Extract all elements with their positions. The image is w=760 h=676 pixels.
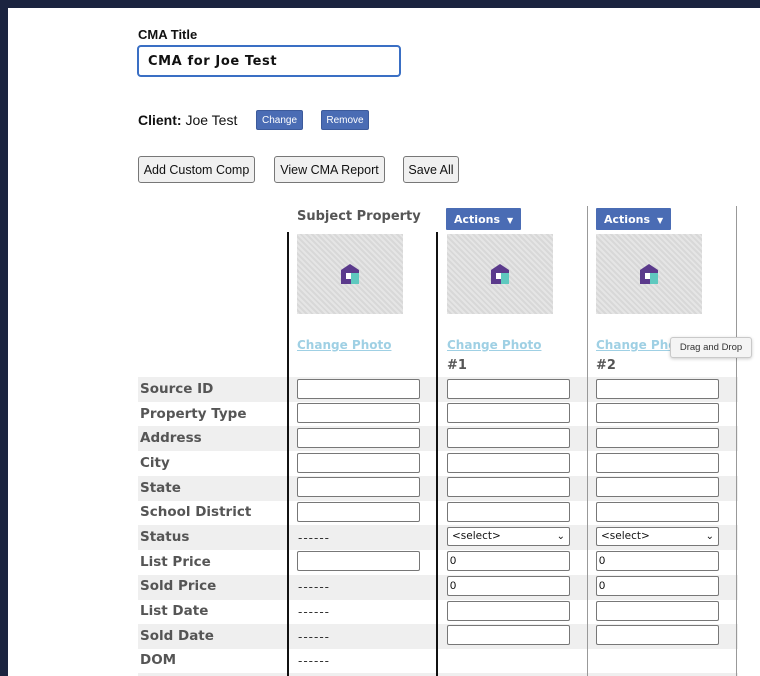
subject-sold-date-placeholder: ------ [298,630,330,644]
comp2-right-divider [736,206,737,676]
subject-state-input[interactable] [297,477,420,497]
row-label-status: Status [140,529,190,545]
actions-label: Actions [604,212,650,226]
comp1-source-id-input[interactable] [447,379,570,399]
subject-source-id-input[interactable] [297,379,420,399]
comp1-actions-dropdown[interactable]: Actions ▼ [446,208,522,230]
subject-city-input[interactable] [297,453,420,473]
actions-label: Actions [454,212,500,226]
change-client-button[interactable]: Change [256,110,303,130]
comp1-sold-price-input[interactable] [447,576,570,596]
row-label-sold-price: Sold Price [140,578,217,594]
client-label: Client: [138,112,182,128]
client-name: Joe Test [185,112,238,128]
row-label-source-id: Source ID [140,381,214,397]
comp2-list-price-input[interactable] [596,551,719,571]
house-logo-icon [491,264,509,284]
comp1-school-district-input[interactable] [447,502,570,522]
comp1-photo [447,234,553,314]
add-custom-comp-button[interactable]: Add Custom Comp [138,156,255,183]
comp2-property-type-input[interactable] [596,403,719,423]
subject-property-heading: Subject Property [297,209,421,224]
comp1-change-photo-link[interactable]: Change Photo [447,338,541,352]
comp1-property-type-input[interactable] [447,403,570,423]
comp1-list-price-input[interactable] [447,551,570,571]
comp1-status-select[interactable]: <select> ⌄ [447,527,570,546]
cma-editor-page: CMA Title Client: Joe Test Change Remove… [8,8,760,676]
chevron-down-icon: ⌄ [705,531,714,542]
select-value: <select> [601,530,650,542]
subject-change-photo-link[interactable]: Change Photo [297,338,391,352]
drag-and-drop-tooltip: Drag and Drop [670,337,752,358]
comp1-list-date-input[interactable] [447,601,570,621]
subject-address-input[interactable] [297,428,420,448]
row-label-city: City [140,455,170,471]
subject-list-date-placeholder: ------ [298,605,330,619]
chevron-down-icon: ⌄ [556,531,565,542]
row-label-sold-date: Sold Date [140,628,214,644]
comp2-source-id-input[interactable] [596,379,719,399]
comp2-change-photo-link[interactable]: Change Pho [596,338,676,352]
comp1-column-divider [436,232,438,676]
comp2-sold-price-input[interactable] [596,576,719,596]
comp2-school-district-input[interactable] [596,502,719,522]
row-label-school-district: School District [140,504,252,520]
comp1-state-input[interactable] [447,477,570,497]
select-value: <select> [452,530,501,542]
house-logo-icon [640,264,658,284]
row-label-property-type: Property Type [140,406,247,422]
subject-sold-price-placeholder: ------ [298,580,330,594]
comp1-number: #1 [447,358,467,373]
row-label-dom: DOM [140,652,177,668]
comp2-number: #2 [596,358,616,373]
comp1-address-input[interactable] [447,428,570,448]
comp2-status-select[interactable]: <select> ⌄ [596,527,719,546]
cma-title-label: CMA Title [138,27,198,42]
row-label-list-date: List Date [140,603,209,619]
row-label-state: State [140,480,181,496]
caret-down-icon: ▼ [507,215,514,225]
comp2-city-input[interactable] [596,453,719,473]
comp2-list-date-input[interactable] [596,601,719,621]
subject-school-district-input[interactable] [297,502,420,522]
cma-title-input[interactable] [137,45,401,77]
subject-property-type-input[interactable] [297,403,420,423]
comp1-city-input[interactable] [447,453,570,473]
row-label-list-price: List Price [140,554,211,570]
comp2-column-divider [587,206,588,676]
comp2-actions-dropdown[interactable]: Actions ▼ [596,208,672,230]
save-all-button[interactable]: Save All [403,156,459,183]
house-logo-icon [341,264,359,284]
row-label-address: Address [140,430,202,446]
subject-photo [297,234,403,314]
comp1-sold-date-input[interactable] [447,625,570,645]
comp2-photo [596,234,702,314]
subject-dom-placeholder: ------ [298,654,330,668]
comp2-state-input[interactable] [596,477,719,497]
client-info: Client: Joe Test [138,112,237,128]
subject-status-placeholder: ------ [298,531,330,545]
caret-down-icon: ▼ [657,215,664,225]
remove-client-button[interactable]: Remove [321,110,369,130]
subject-list-price-input[interactable] [297,551,420,571]
view-cma-report-button[interactable]: View CMA Report [274,156,385,183]
comp2-address-input[interactable] [596,428,719,448]
subject-column-divider [287,232,289,676]
comp2-sold-date-input[interactable] [596,625,719,645]
